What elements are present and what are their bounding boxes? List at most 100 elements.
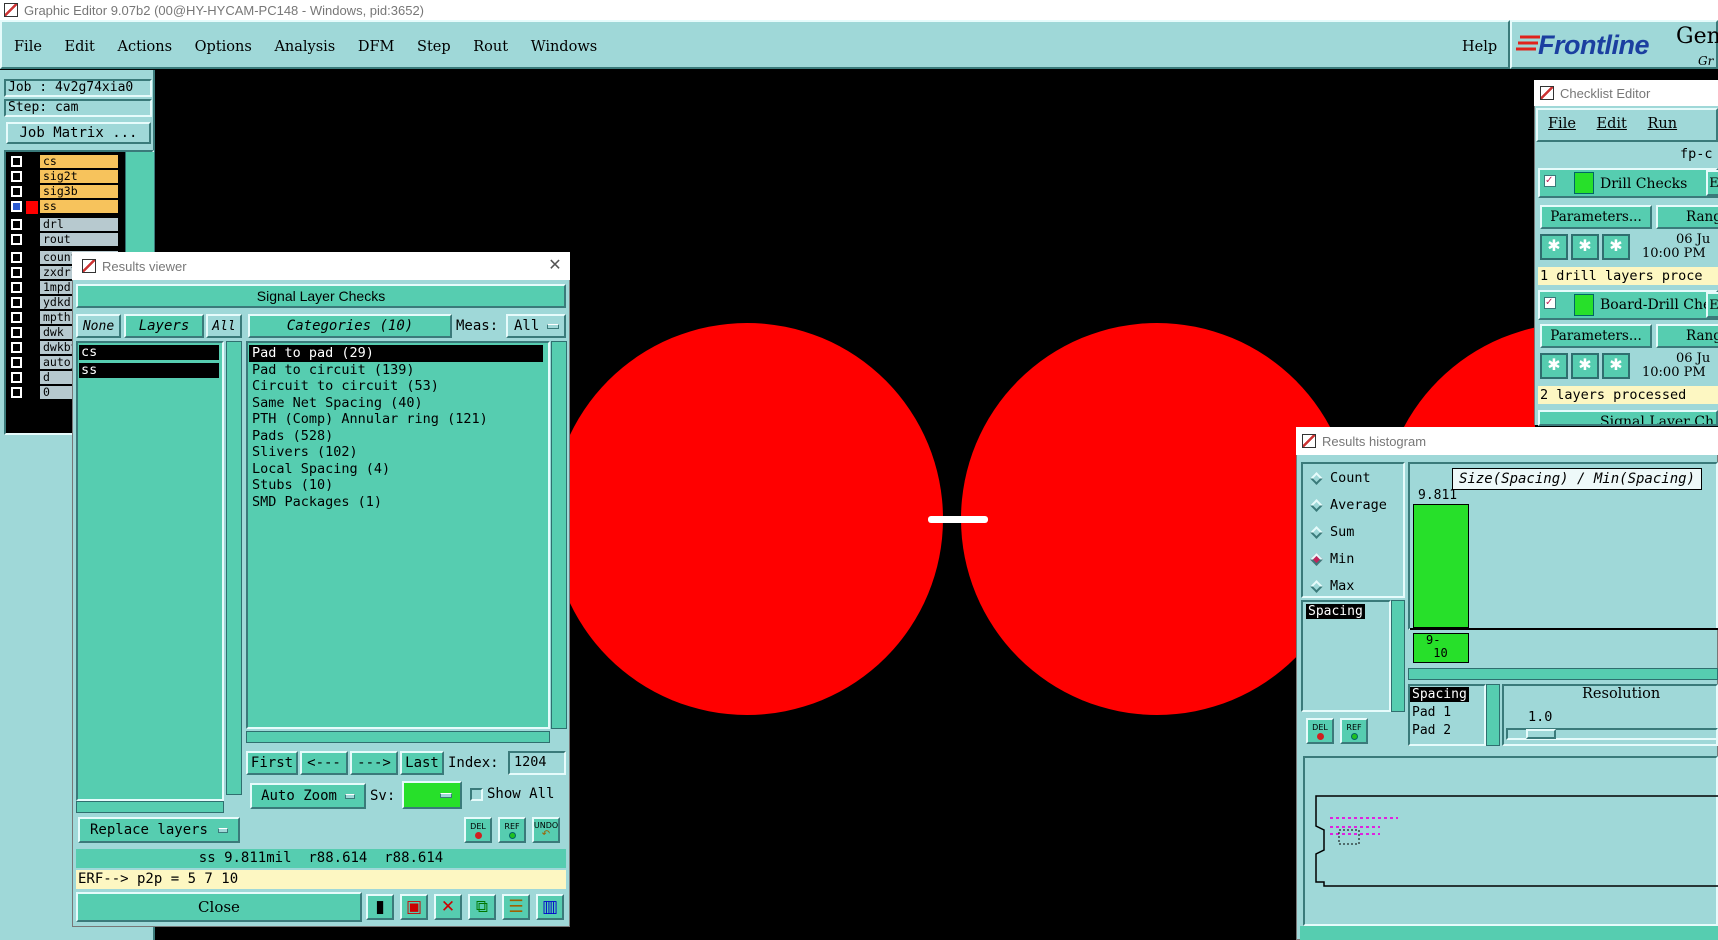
layer-item-sig2t[interactable]: sig2t: [40, 170, 118, 183]
pad-left[interactable]: [551, 323, 943, 715]
layer-checkbox-count[interactable]: [11, 252, 22, 263]
layer-item-cs[interactable]: cs: [40, 155, 118, 168]
del-button[interactable]: DEL: [464, 817, 492, 843]
layers-vertical-scrollbar[interactable]: [226, 341, 242, 795]
close-icon[interactable]: ✕: [546, 256, 564, 274]
index-input[interactable]: 1204: [508, 751, 566, 775]
histogram-field-item[interactable]: Spacing: [1410, 687, 1469, 702]
category-item[interactable]: Stubs (10): [249, 477, 543, 494]
layers-button[interactable]: Layers: [124, 314, 204, 338]
layer-checkbox-cs[interactable]: [11, 156, 22, 167]
check-board-drill-edit[interactable]: E: [1706, 292, 1718, 318]
menu-actions[interactable]: Actions: [117, 39, 172, 55]
category-item[interactable]: Local Spacing (4): [249, 461, 543, 478]
severity-select[interactable]: [402, 781, 462, 809]
histogram-item-spacing[interactable]: Spacing: [1306, 604, 1365, 619]
screenshot-icon[interactable]: ▣: [400, 894, 428, 920]
layers-horizontal-scrollbar[interactable]: [76, 801, 224, 813]
categories-vertical-scrollbar[interactable]: [551, 341, 567, 729]
layers-list[interactable]: [76, 341, 224, 801]
layers-list-item-cs[interactable]: cs: [79, 345, 219, 360]
layer-checkbox-d[interactable]: [11, 372, 22, 383]
menu-step[interactable]: Step: [417, 39, 451, 55]
run-icon[interactable]: ✱: [1602, 234, 1630, 260]
categories-button[interactable]: Categories (10): [248, 314, 452, 338]
meas-select[interactable]: All: [506, 314, 566, 338]
drill-range-button[interactable]: Rang: [1656, 205, 1718, 229]
check-enabled-icon[interactable]: ✓: [1544, 297, 1556, 309]
report-icon[interactable]: ☰: [502, 894, 530, 920]
menu-help[interactable]: Help: [1462, 39, 1497, 55]
prev-button[interactable]: <---: [300, 751, 348, 775]
check-row-signal[interactable]: Signal Layer Ch: [1538, 410, 1718, 426]
layer-checkbox-mpth[interactable]: [11, 312, 22, 323]
layer-checkbox-0[interactable]: [11, 387, 22, 398]
check-enabled-icon[interactable]: ✓: [1544, 175, 1556, 187]
board-parameters-button[interactable]: Parameters...: [1540, 324, 1652, 348]
category-item[interactable]: Pad to circuit (139): [249, 362, 543, 379]
undo-button[interactable]: UNDO ↶: [532, 817, 560, 843]
layer-checkbox-dwkby[interactable]: [11, 342, 22, 353]
layer-checkbox-auto_[interactable]: [11, 357, 22, 368]
layer-checkbox-drl[interactable]: [11, 219, 22, 230]
category-item[interactable]: SMD Packages (1): [249, 494, 543, 511]
board-range-button[interactable]: Rang: [1656, 324, 1718, 348]
histogram-mode-sum[interactable]: Sum: [1310, 524, 1354, 540]
category-item[interactable]: Same Net Spacing (40): [249, 395, 543, 412]
layer-checkbox-ss[interactable]: [11, 201, 22, 212]
layer-checkbox-ydkdr[interactable]: [11, 297, 22, 308]
first-button[interactable]: First: [246, 751, 298, 775]
layers-list-item-ss[interactable]: ss: [79, 363, 219, 378]
checklist-menu-edit[interactable]: Edit: [1597, 116, 1627, 132]
menu-file[interactable]: File: [14, 39, 42, 55]
layer-item-sig3b[interactable]: sig3b: [40, 185, 118, 198]
histogram-mode-average[interactable]: Average: [1310, 497, 1387, 513]
category-item[interactable]: PTH (Comp) Annular ring (121): [249, 411, 543, 428]
histogram-fields-scrollbar[interactable]: [1486, 684, 1500, 746]
menu-windows[interactable]: Windows: [531, 39, 598, 55]
menu-edit[interactable]: Edit: [65, 39, 95, 55]
job-matrix-button[interactable]: Job Matrix ...: [6, 122, 151, 144]
histogram-list-scrollbar[interactable]: [1391, 600, 1405, 712]
drill-parameters-button[interactable]: Parameters...: [1540, 205, 1652, 229]
histogram-del-button[interactable]: DEL: [1306, 718, 1334, 744]
ref-button[interactable]: REF: [498, 817, 526, 843]
layer-checkbox-zxdrl[interactable]: [11, 267, 22, 278]
layer-item-rout[interactable]: rout: [40, 233, 118, 246]
last-button[interactable]: Last: [400, 751, 444, 775]
menu-rout[interactable]: Rout: [473, 39, 508, 55]
show-all-checkbox[interactable]: [470, 788, 483, 801]
run-icon[interactable]: ✱: [1602, 353, 1630, 379]
layer-checkbox-dwk[interactable]: [11, 327, 22, 338]
category-item[interactable]: Pad to pad (29): [249, 345, 543, 362]
layer-checkbox-sig2t[interactable]: [11, 171, 22, 182]
check-drill-edit[interactable]: E: [1706, 170, 1718, 196]
histogram-mode-count[interactable]: Count: [1310, 470, 1371, 486]
clear-icon[interactable]: ✕: [434, 894, 462, 920]
histogram-bar-label[interactable]: 9- 10: [1413, 633, 1469, 663]
close-button[interactable]: Close: [76, 892, 362, 922]
all-layers-button[interactable]: All: [206, 314, 242, 338]
layer-checkbox-rout[interactable]: [11, 234, 22, 245]
run-icon[interactable]: ✱: [1540, 353, 1568, 379]
next-button[interactable]: --->: [350, 751, 398, 775]
histogram-field-item[interactable]: Pad 1: [1410, 705, 1453, 720]
checklist-menu-file[interactable]: File: [1548, 116, 1576, 132]
histogram-field-item[interactable]: Pad 2: [1410, 723, 1453, 738]
layer-item-drl[interactable]: drl: [40, 218, 118, 231]
menu-analysis[interactable]: Analysis: [274, 39, 335, 55]
menu-options[interactable]: Options: [195, 39, 252, 55]
compare-icon[interactable]: ⧉: [468, 894, 496, 920]
histogram-horizontal-scrollbar[interactable]: [1408, 668, 1718, 680]
measure-icon[interactable]: ▮: [366, 894, 394, 920]
pad-right[interactable]: [961, 323, 1353, 715]
layer-checkbox-1mpdr[interactable]: [11, 282, 22, 293]
run-icon[interactable]: ✱: [1571, 234, 1599, 260]
category-item[interactable]: Pads (528): [249, 428, 543, 445]
chart-icon[interactable]: ▥: [536, 894, 564, 920]
run-icon[interactable]: ✱: [1571, 353, 1599, 379]
auto-zoom-select[interactable]: Auto Zoom: [250, 783, 366, 809]
categories-horizontal-scrollbar[interactable]: [246, 731, 550, 743]
checklist-menu-run[interactable]: Run: [1647, 116, 1677, 132]
replace-layers-select[interactable]: Replace layers: [78, 817, 240, 843]
